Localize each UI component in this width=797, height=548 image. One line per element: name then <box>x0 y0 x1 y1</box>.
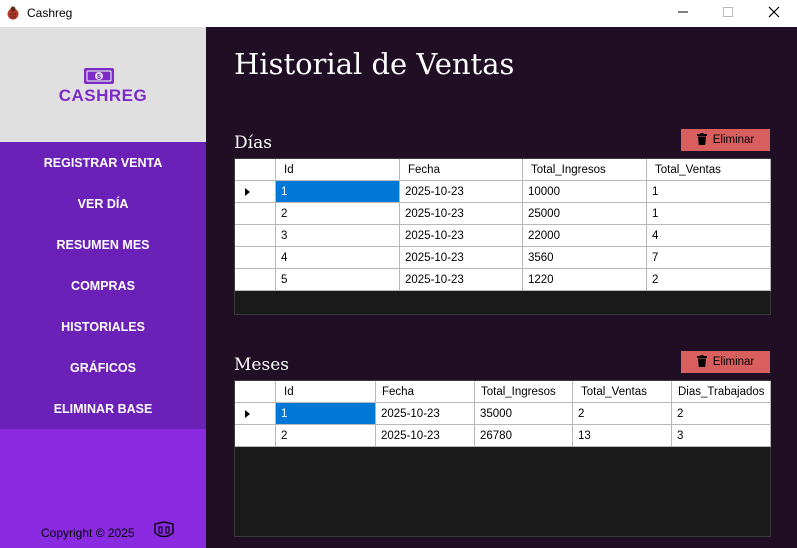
main-panel: Historial de Ventas Días Eliminar Id Fec… <box>206 27 797 548</box>
column-header[interactable]: Total_Ingresos <box>523 159 647 181</box>
minimize-icon <box>677 5 689 23</box>
current-row-icon <box>244 187 250 196</box>
row-header-corner <box>235 159 276 181</box>
table-row[interactable]: 5 2025-10-23 1220 2 <box>235 269 771 291</box>
months-grid-header: Id Fecha Total_Ingresos Total_Ventas Dia… <box>235 381 771 403</box>
row-selector[interactable] <box>235 403 276 425</box>
table-cell[interactable]: 1 <box>276 181 400 203</box>
table-cell[interactable]: 35000 <box>475 403 573 425</box>
sidebar-item-graficos[interactable]: GRÁFICOS <box>0 347 206 388</box>
delete-months-label: Eliminar <box>712 356 755 368</box>
trash-icon <box>696 354 707 370</box>
table-cell[interactable]: 4 <box>276 247 400 269</box>
sidebar: $ CASHREG REGISTRAR VENTA VER DÍA RESUME… <box>0 27 206 548</box>
sidebar-item-registrar-venta[interactable]: REGISTRAR VENTA <box>0 142 206 183</box>
table-cell[interactable]: 2025-10-23 <box>376 425 475 447</box>
table-cell[interactable]: 2 <box>672 403 771 425</box>
close-button[interactable] <box>751 0 797 27</box>
maximize-icon <box>722 5 734 23</box>
table-row[interactable]: 1 2025-10-23 35000 2 2 <box>235 403 771 425</box>
row-selector[interactable] <box>235 225 276 247</box>
table-cell[interactable]: 2025-10-23 <box>400 181 523 203</box>
trash-icon <box>696 132 707 148</box>
sidebar-item-ver-dia[interactable]: VER DÍA <box>0 183 206 224</box>
row-selector[interactable] <box>235 181 276 203</box>
minimize-button[interactable] <box>660 0 706 27</box>
table-cell[interactable]: 4 <box>647 225 771 247</box>
table-cell[interactable]: 2 <box>276 425 376 447</box>
table-cell[interactable]: 26780 <box>475 425 573 447</box>
table-cell[interactable]: 1 <box>647 203 771 225</box>
table-cell[interactable]: 7 <box>647 247 771 269</box>
table-cell[interactable]: 1 <box>276 403 376 425</box>
row-selector[interactable] <box>235 269 276 291</box>
table-cell[interactable]: 2025-10-23 <box>400 247 523 269</box>
days-grid[interactable]: Id Fecha Total_Ingresos Total_Ventas 1 2… <box>234 158 771 315</box>
window-title: Cashreg <box>27 6 73 20</box>
title-bar: Cashreg <box>0 0 797 27</box>
column-header[interactable]: Total_Ventas <box>647 159 771 181</box>
table-cell[interactable]: 25000 <box>523 203 647 225</box>
row-selector[interactable] <box>235 203 276 225</box>
sidebar-menu: REGISTRAR VENTA VER DÍA RESUMEN MES COMP… <box>0 142 206 429</box>
days-grid-header: Id Fecha Total_Ingresos Total_Ventas <box>235 159 771 181</box>
column-header[interactable]: Total_Ventas <box>573 381 672 403</box>
table-cell[interactable]: 3 <box>672 425 771 447</box>
sidebar-item-resumen-mes[interactable]: RESUMEN MES <box>0 224 206 265</box>
table-cell[interactable]: 13 <box>573 425 672 447</box>
table-cell[interactable]: 22000 <box>523 225 647 247</box>
maximize-button[interactable] <box>705 0 751 27</box>
table-cell[interactable]: 2025-10-23 <box>400 203 523 225</box>
table-cell[interactable]: 2025-10-23 <box>376 403 475 425</box>
months-grid[interactable]: Id Fecha Total_Ingresos Total_Ventas Dia… <box>234 380 771 537</box>
cash-icon: $ <box>83 66 115 86</box>
column-header[interactable]: Fecha <box>400 159 523 181</box>
close-icon <box>768 5 780 23</box>
table-cell[interactable]: 2 <box>276 203 400 225</box>
current-row-icon <box>244 409 250 418</box>
delete-days-label: Eliminar <box>712 134 755 146</box>
column-header[interactable]: Total_Ingresos <box>475 381 573 403</box>
table-row[interactable]: 4 2025-10-23 3560 7 <box>235 247 771 269</box>
table-cell[interactable]: 10000 <box>523 181 647 203</box>
table-row[interactable]: 3 2025-10-23 22000 4 <box>235 225 771 247</box>
brand-logo-icon <box>151 521 177 541</box>
table-cell[interactable]: 3 <box>276 225 400 247</box>
page-title: Historial de Ventas <box>234 47 515 81</box>
table-row[interactable]: 2 2025-10-23 25000 1 <box>235 203 771 225</box>
sidebar-item-eliminar-base[interactable]: ELIMINAR BASE <box>0 388 206 429</box>
row-header-corner <box>235 381 276 403</box>
ladybug-icon <box>5 5 21 21</box>
days-section-title: Días <box>234 133 272 153</box>
delete-months-button[interactable]: Eliminar <box>681 351 770 373</box>
sidebar-item-compras[interactable]: COMPRAS <box>0 265 206 306</box>
table-row[interactable]: 1 2025-10-23 10000 1 <box>235 181 771 203</box>
delete-days-button[interactable]: Eliminar <box>681 129 770 151</box>
column-header[interactable]: Dias_Trabajados <box>672 381 771 403</box>
table-cell[interactable]: 2 <box>573 403 672 425</box>
sidebar-item-historiales[interactable]: HISTORIALES <box>0 306 206 347</box>
table-cell[interactable]: 1220 <box>523 269 647 291</box>
logo-area: $ CASHREG <box>0 27 206 142</box>
table-cell[interactable]: 2025-10-23 <box>400 225 523 247</box>
row-selector[interactable] <box>235 247 276 269</box>
table-cell[interactable]: 2025-10-23 <box>400 269 523 291</box>
months-section-title: Meses <box>234 355 289 375</box>
copyright-text: Copyright © 2025 <box>41 526 135 540</box>
column-header[interactable]: Id <box>276 381 376 403</box>
column-header[interactable]: Fecha <box>376 381 475 403</box>
column-header[interactable]: Id <box>276 159 400 181</box>
table-cell[interactable]: 3560 <box>523 247 647 269</box>
svg-text:$: $ <box>97 74 101 81</box>
table-row[interactable]: 2 2025-10-23 26780 13 3 <box>235 425 771 447</box>
logo-text: CASHREG <box>58 86 148 105</box>
table-cell[interactable]: 5 <box>276 269 400 291</box>
table-cell[interactable]: 2 <box>647 269 771 291</box>
row-selector[interactable] <box>235 425 276 447</box>
table-cell[interactable]: 1 <box>647 181 771 203</box>
